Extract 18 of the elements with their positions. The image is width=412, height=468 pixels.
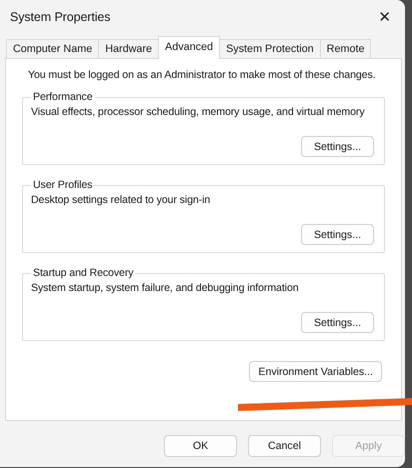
settings-button[interactable]: Settings... [301, 312, 374, 333]
window-title: System Properties [10, 10, 110, 24]
tab[interactable]: Computer Name [6, 39, 100, 58]
environment-variables-button[interactable]: Environment Variables... [249, 361, 382, 382]
tab[interactable]: Advanced [158, 36, 220, 59]
group-description: Visual effects, processor scheduling, memory usage, and virtual memory [31, 106, 365, 118]
group-title: Performance [32, 91, 94, 103]
settings-button[interactable]: Settings... [301, 136, 374, 157]
group-description: Desktop settings related to your sign-in [31, 194, 210, 206]
group-description: System startup, system failure, and debugging information [31, 282, 299, 294]
group-title: Startup and Recovery [32, 267, 134, 279]
dialog-button[interactable]: OK [164, 435, 237, 457]
dialog-button[interactable]: Cancel [248, 435, 321, 457]
settings-button[interactable]: Settings... [301, 224, 374, 245]
tab[interactable]: Remote [320, 39, 372, 58]
group-title: User Profiles [32, 179, 94, 191]
notice-text: You must be logged on as an Administrator to make most of these changes. [28, 69, 376, 81]
close-button[interactable]: ✕ [374, 8, 395, 26]
